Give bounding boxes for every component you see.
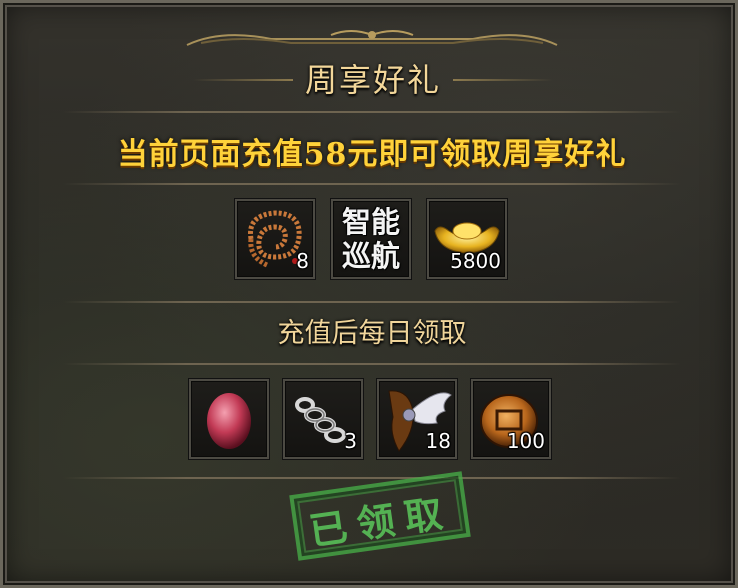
title-area: 周享好礼 <box>183 49 563 103</box>
title-line-right <box>453 79 553 81</box>
divider-top <box>63 111 681 113</box>
reward-count: 18 <box>425 429 451 453</box>
reward-slot-gold-ingot[interactable]: 5800 <box>427 199 507 279</box>
reward-count: 100 <box>506 429 545 453</box>
auto-navigation-icon: 智能 巡航 <box>333 205 409 273</box>
reward-count: 5800 <box>450 249 501 273</box>
daily-slot-wing-charm[interactable]: 18 <box>377 379 457 459</box>
title-line-left <box>193 79 293 81</box>
daily-slot-red-gem[interactable] <box>189 379 269 459</box>
reward-count: 3 <box>344 429 357 453</box>
claimed-stamp: 已领取 <box>289 471 471 561</box>
divider-daily <box>63 363 681 365</box>
daily-heading: 充值后每日领取 <box>277 318 467 349</box>
reward-slot-prayer-beads[interactable]: 8 <box>235 199 315 279</box>
auto-nav-line2: 巡航 <box>341 239 400 273</box>
auto-nav-line1: 智能 <box>341 205 400 239</box>
weekly-gift-panel: 周享好礼 当前页面充值58元即可领取周享好礼 8 智能 巡航 5800 充值后每… <box>0 0 738 588</box>
divider-bottom <box>63 477 681 479</box>
header-ornament <box>186 30 558 46</box>
claimed-stamp-text: 已领取 <box>306 489 456 554</box>
daily-slot-bronze-token[interactable]: 100 <box>471 379 551 459</box>
divider-middle <box>63 301 681 303</box>
page-title: 周享好礼 <box>304 61 441 99</box>
daily-slot-silver-coil[interactable]: 3 <box>283 379 363 459</box>
reward-slot-auto-navigation[interactable]: 智能 巡航 <box>331 199 411 279</box>
promo-text: 当前页面充值58元即可领取周享好礼 <box>117 137 627 172</box>
divider-promo <box>63 183 681 185</box>
reward-count: 8 <box>296 249 309 273</box>
red-gem-icon <box>207 393 251 449</box>
